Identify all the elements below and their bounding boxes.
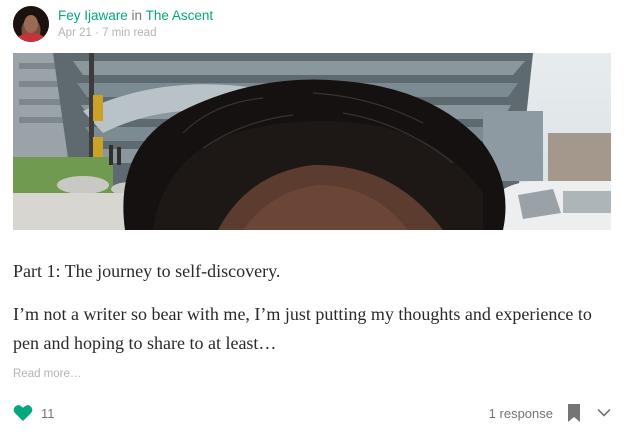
byline: Fey Ijaware in The Ascent [58, 7, 213, 24]
post-actions-left: 11 [13, 402, 55, 424]
author-name-link[interactable]: Fey Ijaware [58, 8, 128, 23]
chevron-down-icon[interactable] [597, 408, 611, 418]
dateline-separator: · [95, 27, 99, 39]
clap-count[interactable]: 11 [41, 406, 55, 421]
post-header: Fey Ijaware in The Ascent Apr 21 · 7 min… [13, 4, 213, 44]
post-actions-right: 1 response [489, 402, 611, 424]
post-subtitle[interactable]: Part 1: The journey to self-discovery. [13, 259, 280, 283]
hero-photo-illustration [13, 53, 611, 230]
author-avatar[interactable] [13, 6, 49, 42]
heart-icon[interactable] [13, 404, 33, 422]
read-time: 7 min read [102, 27, 157, 39]
byline-in-text: in [131, 8, 143, 23]
publication-link[interactable]: The Ascent [146, 8, 214, 23]
responses-link[interactable]: 1 response [489, 406, 553, 421]
hero-image[interactable] [13, 53, 611, 230]
post-meta: Fey Ijaware in The Ascent Apr 21 · 7 min… [58, 7, 213, 41]
post-date[interactable]: Apr 21 [58, 27, 92, 39]
post-excerpt[interactable]: I’m not a writer so bear with me, I’m ju… [13, 300, 613, 358]
post-dateline: Apr 21 · 7 min read [58, 26, 213, 41]
bookmark-icon[interactable] [567, 404, 581, 422]
read-more-link[interactable]: Read more… [13, 368, 81, 380]
